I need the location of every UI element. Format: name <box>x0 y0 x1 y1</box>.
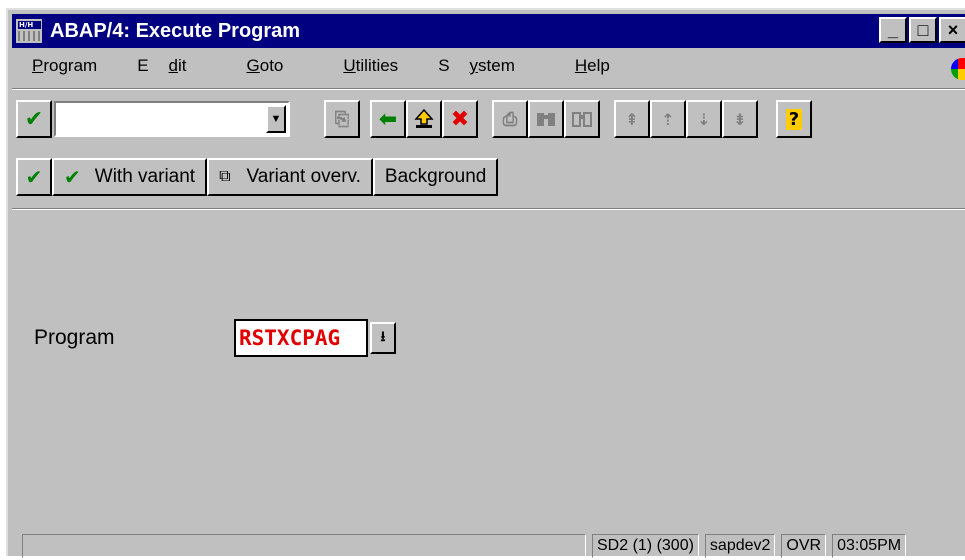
status-server: sapdev2 <box>704 534 776 558</box>
menu-utilities[interactable]: Utilities <box>323 56 418 84</box>
execute-icon: ✔ <box>25 165 43 189</box>
enter-icon: ✔ <box>24 106 44 132</box>
close-button[interactable]: × <box>939 17 965 43</box>
chevron-down-icon: ▼ <box>270 113 282 125</box>
help-button[interactable]: ? <box>776 100 812 138</box>
exit-icon <box>414 108 434 128</box>
menu-program[interactable]: Program <box>12 56 117 84</box>
variant-overview-icon: ⧉ <box>219 168 231 185</box>
menu-bar: Program Edit Goto Utilities System Help <box>12 56 650 84</box>
sap-logo-icon <box>951 58 965 80</box>
next-page-button[interactable]: ⇣ <box>686 100 722 138</box>
close-icon: × <box>947 19 959 40</box>
dropdown-arrow-icon: ⭳ <box>380 328 386 344</box>
previous-page-icon: ⇡ <box>661 109 675 129</box>
variant-overview-button[interactable]: ⧉ Variant overv. <box>207 158 373 196</box>
execute-button[interactable]: ✔ <box>16 158 52 196</box>
command-field[interactable]: ▼ <box>54 101 290 137</box>
last-page-icon: ⇟ <box>733 109 747 129</box>
find-next-icon <box>572 112 592 127</box>
previous-page-button[interactable]: ⇡ <box>650 100 686 138</box>
with-variant-label: With variant <box>94 166 196 187</box>
menu-system[interactable]: System <box>438 56 535 84</box>
title-bar: H/H ABAP/4: Execute Program _ □ × <box>12 14 965 48</box>
maximize-icon: □ <box>917 19 929 40</box>
exit-button[interactable] <box>406 100 442 138</box>
selection-screen: Program RSTXCPAG ⭳ <box>12 226 965 556</box>
first-page-icon: ⇞ <box>625 109 639 129</box>
first-page-button[interactable]: ⇞ <box>614 100 650 138</box>
possible-entries-button[interactable]: ⭳ <box>370 322 396 354</box>
last-page-button[interactable]: ⇟ <box>722 100 758 138</box>
application-toolbar: ✔ ✔ With variant ⧉ Variant overv. Backgr… <box>12 158 965 196</box>
status-mode[interactable]: OVR <box>781 534 827 558</box>
back-button[interactable]: ⬅ <box>370 100 406 138</box>
program-input[interactable]: RSTXCPAG <box>234 319 368 357</box>
maximize-button[interactable]: □ <box>909 17 937 43</box>
cancel-icon: ✖ <box>450 106 470 132</box>
sap-app-icon[interactable]: H/H <box>16 19 42 43</box>
print-icon: ⎙ <box>502 108 518 130</box>
enter-button[interactable]: ✔ <box>16 100 52 138</box>
cancel-button[interactable]: ✖ <box>442 100 478 138</box>
with-variant-button[interactable]: ✔ With variant <box>52 158 208 196</box>
sap-window: H/H ABAP/4: Execute Program _ □ × Progra… <box>6 8 965 558</box>
status-message-field <box>22 534 586 558</box>
minimize-icon: _ <box>887 19 898 40</box>
variant-overview-label: Variant overv. <box>246 166 361 187</box>
execute-variant-icon: ✔ <box>64 165 81 189</box>
menu-edit[interactable]: Edit <box>137 56 206 84</box>
next-page-icon: ⇣ <box>697 109 711 129</box>
status-time: 03:05PM <box>832 534 907 558</box>
save-button[interactable]: ⎘ <box>324 100 360 138</box>
background-label: Background <box>384 166 487 187</box>
help-icon: ? <box>785 108 803 130</box>
status-system: SD2 (1) (300) <box>592 534 699 558</box>
divider <box>12 88 965 90</box>
window-title: ABAP/4: Execute Program <box>50 19 301 42</box>
save-icon: ⎘ <box>334 108 350 130</box>
background-button[interactable]: Background <box>372 158 499 196</box>
find-next-button[interactable] <box>564 100 600 138</box>
find-icon <box>537 113 555 126</box>
command-field-dropdown[interactable]: ▼ <box>266 105 286 133</box>
menu-goto[interactable]: Goto <box>227 56 304 84</box>
find-button[interactable] <box>528 100 564 138</box>
standard-toolbar: ✔ ▼ ⎘ ⬅ ✖ ⎙ ⇞ ⇡ ⇣ ⇟ ? <box>12 100 965 138</box>
app-icon-text: H/H <box>18 21 41 29</box>
minimize-button[interactable]: _ <box>879 17 907 43</box>
program-label: Program <box>34 326 115 349</box>
back-icon: ⬅ <box>378 106 398 132</box>
print-button[interactable]: ⎙ <box>492 100 528 138</box>
menu-help[interactable]: Help <box>555 56 630 84</box>
divider <box>12 208 965 210</box>
